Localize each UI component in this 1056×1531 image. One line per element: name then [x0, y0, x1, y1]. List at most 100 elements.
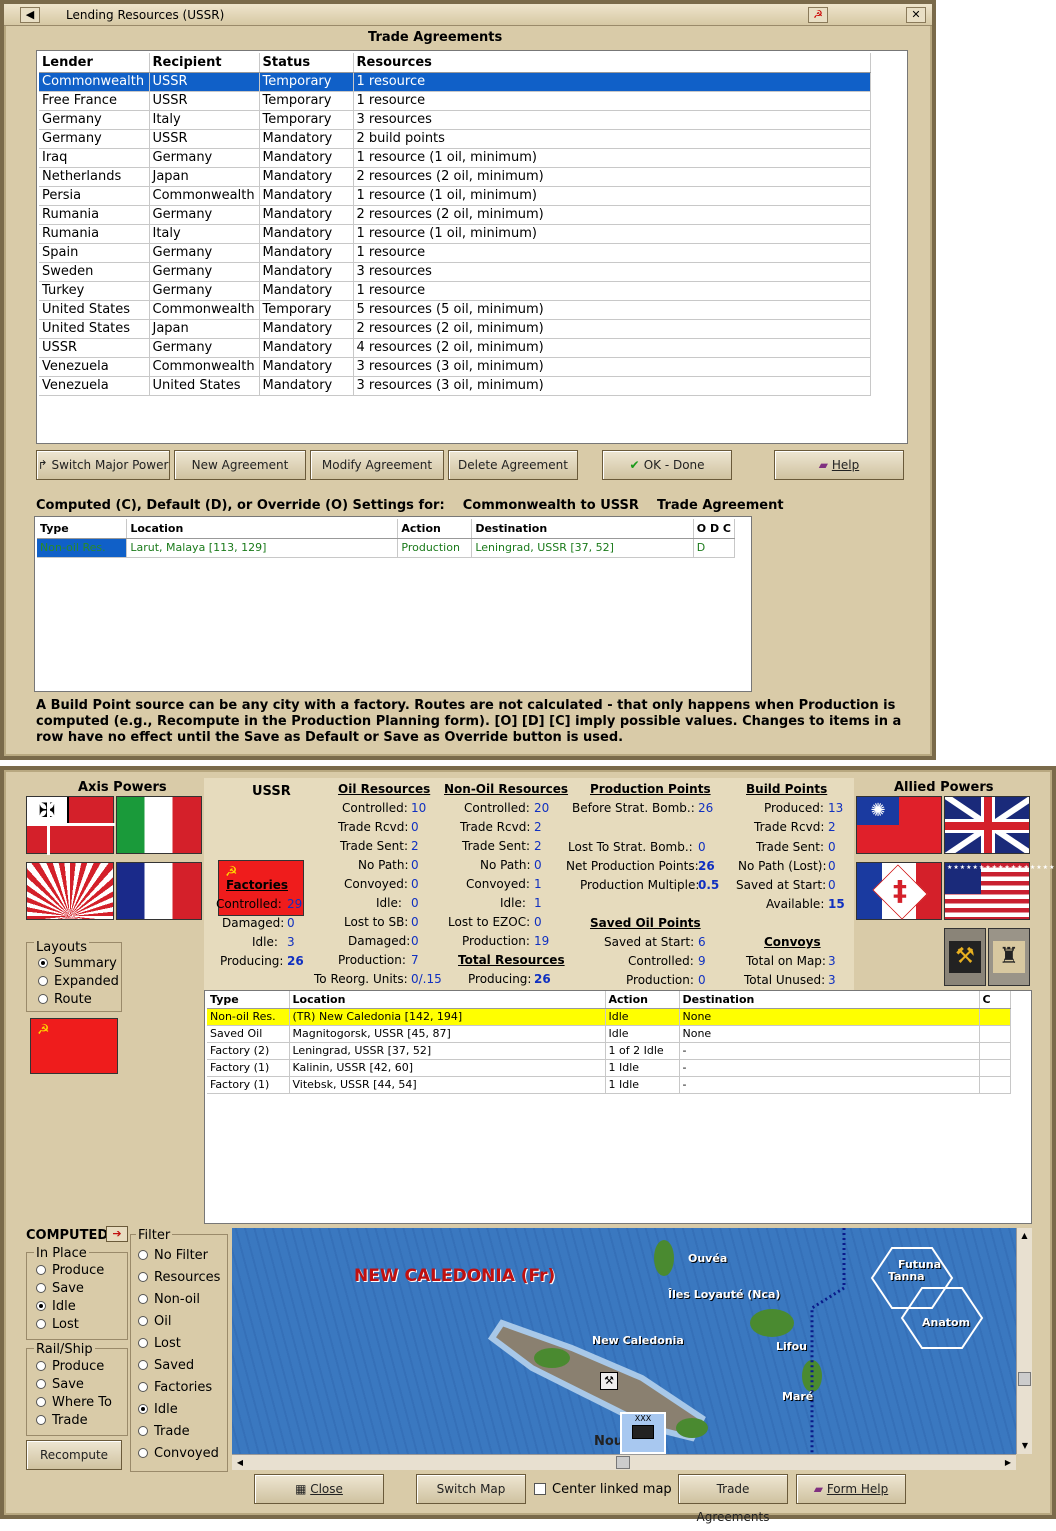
- filter-lost-radio[interactable]: Lost: [138, 1336, 220, 1358]
- italy-flag-button[interactable]: [116, 796, 202, 854]
- agreement-row[interactable]: Turkey Germany Mandatory 1 resource: [39, 281, 871, 301]
- bp-no-path-label: No Path (Lost):: [738, 859, 827, 873]
- resource-cell: [979, 1042, 1011, 1060]
- agreement-row[interactable]: Persia Commonwealth Mandatory 1 resource (1…: [39, 186, 871, 206]
- filter-oil-radio[interactable]: Oil: [138, 1314, 220, 1336]
- layout-summary-radio[interactable]: Summary: [38, 956, 119, 974]
- column-header[interactable]: Recipient: [149, 53, 260, 73]
- filter-no-filter-radio[interactable]: No Filter: [138, 1248, 220, 1270]
- in-place-idle-radio[interactable]: Idle: [36, 1299, 104, 1317]
- delete-agreement-button[interactable]: Delete Agreement: [448, 450, 578, 480]
- trade-agreements-button[interactable]: Trade Agreements: [678, 1474, 788, 1524]
- filter-convoyed-radio[interactable]: Convoyed: [138, 1446, 220, 1468]
- china-flag-button[interactable]: ✺: [856, 796, 942, 854]
- switch-map-button[interactable]: Switch Map: [416, 1474, 526, 1504]
- column-header[interactable]: Status: [259, 53, 354, 73]
- resource-row[interactable]: Saved Oil Magnitogorsk, USSR [45, 87] Idle…: [207, 1025, 1011, 1043]
- japan-flag-button[interactable]: [26, 862, 114, 920]
- center-linked-map-checkbox[interactable]: Center linked map: [534, 1482, 672, 1497]
- in-place-lost-radio[interactable]: Lost: [36, 1317, 104, 1335]
- layout-expanded-radio[interactable]: Expanded: [38, 974, 119, 992]
- new-agreement-button[interactable]: New Agreement: [174, 450, 306, 480]
- close-icon[interactable]: ✕: [906, 7, 926, 23]
- in-place-produce-radio[interactable]: Produce: [36, 1263, 104, 1281]
- scroll-down-icon[interactable]: ▼: [1017, 1438, 1033, 1454]
- column-header[interactable]: C: [979, 991, 1011, 1009]
- resource-row[interactable]: Factory (1) Vitebsk, USSR [44, 54] 1 Idle -: [207, 1076, 1011, 1094]
- scroll-thumb[interactable]: [616, 1456, 630, 1469]
- agreement-row[interactable]: Rumania Italy Mandatory 1 resource (1 oil, …: [39, 224, 871, 244]
- army-unit-counter[interactable]: XXX: [620, 1412, 666, 1454]
- agreement-row[interactable]: Rumania Germany Mandatory 2 resources (2 oi…: [39, 205, 871, 225]
- layout-route-radio[interactable]: Route: [38, 992, 119, 1010]
- filter-factories-radio[interactable]: Factories: [138, 1380, 220, 1402]
- mine-icon-button[interactable]: ⚒: [944, 928, 986, 986]
- column-header[interactable]: Action: [605, 991, 680, 1009]
- free-france-flag-button[interactable]: ‡: [856, 862, 942, 920]
- modify-agreement-button[interactable]: Modify Agreement: [310, 450, 444, 480]
- radio-indicator: [138, 1426, 148, 1436]
- agreement-row[interactable]: United States Japan Mandatory 2 resources (…: [39, 319, 871, 339]
- help-button[interactable]: ▰ Help: [774, 450, 904, 480]
- column-header[interactable]: Resources: [353, 53, 871, 73]
- column-header[interactable]: Destination: [679, 991, 980, 1009]
- resource-marker-icon[interactable]: ⚒: [600, 1372, 618, 1390]
- rail-where-to-radio[interactable]: Where To: [36, 1395, 112, 1413]
- scroll-thumb[interactable]: [1018, 1372, 1031, 1386]
- computed-arrow-icon[interactable]: ➔: [106, 1226, 128, 1242]
- scroll-right-icon[interactable]: ▶: [1000, 1455, 1016, 1471]
- filter-resources-radio[interactable]: Resources: [138, 1270, 220, 1292]
- map-horizontal-scrollbar[interactable]: ◀ ▶: [232, 1454, 1016, 1470]
- agreement-row[interactable]: Germany Italy Temporary 3 resources: [39, 110, 871, 130]
- form-help-button[interactable]: ▰ Form Help: [796, 1474, 906, 1504]
- filter-idle-radio[interactable]: Idle: [138, 1402, 220, 1424]
- flag-cross: [27, 823, 115, 826]
- nonoil-lost-ezoc-value: 0: [534, 915, 542, 929]
- agreement-row[interactable]: Free France USSR Temporary 1 resource: [39, 91, 871, 111]
- route-settings-row[interactable]: Non-oil Res. Larut, Malaya [113, 129] Pr…: [37, 538, 736, 558]
- rail-save-radio[interactable]: Save: [36, 1377, 112, 1395]
- agreement-cell: Mandatory: [259, 186, 354, 206]
- ok-done-button[interactable]: ✔ OK - Done: [602, 450, 732, 480]
- window-titlebar[interactable]: ◀ Lending Resources (USSR) ☭ ✕: [4, 4, 932, 26]
- usa-flag-button[interactable]: ★★★★★★★★★★★★★★★★★★: [944, 862, 1056, 920]
- switch-major-power-button[interactable]: ↱ Switch Major Power: [36, 450, 170, 480]
- agreement-row[interactable]: USSR Germany Mandatory 4 resources (2 oil, …: [39, 338, 871, 358]
- uk-flag-button[interactable]: [944, 796, 1030, 854]
- rail-trade-radio[interactable]: Trade: [36, 1413, 112, 1431]
- system-menu-icon[interactable]: ◀: [20, 7, 40, 23]
- rail-produce-radio[interactable]: Produce: [36, 1359, 112, 1377]
- agreement-row[interactable]: Venezuela Commonwealth Mandatory 3 resource…: [39, 357, 871, 377]
- linked-map[interactable]: NEW CALEDONIA (Fr) Ouvéa Îles Loyauté (N…: [232, 1228, 1016, 1454]
- in-place-save-radio[interactable]: Save: [36, 1281, 104, 1299]
- column-header[interactable]: Type: [207, 991, 290, 1009]
- resource-row[interactable]: Factory (2) Leningrad, USSR [37, 52] 1 of …: [207, 1042, 1011, 1060]
- filter-non-oil-radio[interactable]: Non-oil: [138, 1292, 220, 1314]
- bp-available-label: Available:: [766, 897, 825, 911]
- oil-derrick-icon-button[interactable]: ♜: [988, 928, 1030, 986]
- agreement-cell: Commonwealth: [149, 357, 260, 377]
- filter-saved-radio[interactable]: Saved: [138, 1358, 220, 1380]
- filter-trade-radio[interactable]: Trade: [138, 1424, 220, 1446]
- agreement-row[interactable]: Commonwealth USSR Temporary 1 resource: [39, 72, 871, 92]
- resource-row[interactable]: Non-oil Res. (TR) New Caledonia [142, 194…: [207, 1008, 1011, 1026]
- agreement-row[interactable]: Venezuela United States Mandatory 3 resourc…: [39, 376, 871, 396]
- resource-row[interactable]: Factory (1) Kalinin, USSR [42, 60] 1 Idle -: [207, 1059, 1011, 1077]
- scroll-up-icon[interactable]: ▲: [1017, 1228, 1032, 1244]
- map-vertical-scrollbar[interactable]: ▲ ▼: [1016, 1228, 1032, 1454]
- minimize-icon[interactable]: ☭: [808, 7, 828, 23]
- column-header[interactable]: Lender: [39, 53, 150, 73]
- vichy-france-flag-button[interactable]: [116, 862, 202, 920]
- agreement-row[interactable]: Iraq Germany Mandatory 1 resource (1 oil, m…: [39, 148, 871, 168]
- column-header[interactable]: Location: [289, 991, 606, 1009]
- germany-flag-button[interactable]: ✠: [26, 796, 115, 855]
- close-button[interactable]: ▦ Close: [254, 1474, 384, 1504]
- agreement-row[interactable]: United States Commonwealth Temporary 5 reso…: [39, 300, 871, 320]
- recompute-button[interactable]: Recompute: [26, 1440, 122, 1470]
- agreement-row[interactable]: Netherlands Japan Mandatory 2 resources (2 …: [39, 167, 871, 187]
- oil-no-path-label: No Path:: [358, 858, 409, 872]
- agreement-row[interactable]: Spain Germany Mandatory 1 resource: [39, 243, 871, 263]
- scroll-left-icon[interactable]: ◀: [232, 1455, 248, 1471]
- agreement-row[interactable]: Germany USSR Mandatory 2 build points: [39, 129, 871, 149]
- agreement-row[interactable]: Sweden Germany Mandatory 3 resources: [39, 262, 871, 282]
